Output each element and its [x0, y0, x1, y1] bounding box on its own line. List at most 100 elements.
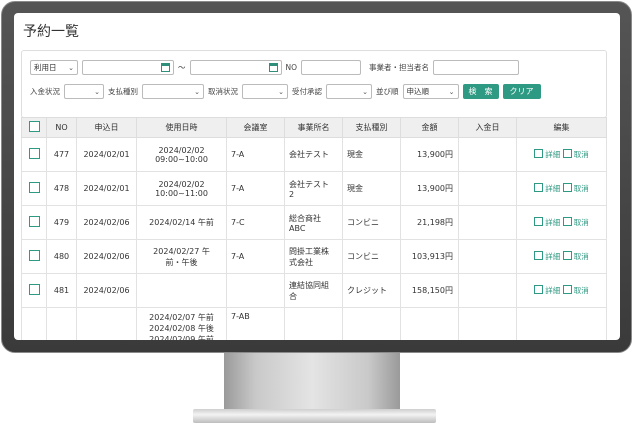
trash-icon	[562, 251, 572, 260]
cell-use-datetime: 2024/02/27 午前・午後	[136, 239, 227, 274]
cancel-link[interactable]: 取消	[562, 149, 589, 159]
chevron-down-icon: ⌄	[68, 63, 74, 72]
cancel-link[interactable]: 取消	[562, 217, 589, 227]
cell-payment-type: コンビニ	[342, 239, 401, 274]
cell-no: 478	[46, 171, 77, 206]
cell-payment-type: コンビニ	[342, 205, 401, 240]
cell-edit: 詳細 取消	[516, 171, 607, 206]
cell-room: 7-A	[226, 171, 285, 206]
chevron-down-icon: ⌄	[278, 87, 284, 96]
cancel-link[interactable]: 取消	[562, 285, 589, 295]
cell-edit: 詳細 取消	[516, 273, 607, 308]
row-select-cell[interactable]	[21, 239, 47, 274]
cell-payment-type: 現金	[342, 171, 401, 206]
header-payment-type: 支払種別	[342, 117, 401, 138]
row-select-cell[interactable]	[21, 273, 47, 308]
detail-link[interactable]: 詳細	[534, 217, 560, 227]
table-row: 478 2024/02/01 2024/02/02 10:00~11:00 7-A 会社テ…	[21, 171, 607, 206]
cell-room: 7-AB	[226, 307, 285, 340]
detail-link[interactable]: 詳細	[534, 183, 560, 193]
row-select-cell[interactable]	[21, 205, 47, 240]
table-row: 480 2024/02/06 2024/02/27 午前・午後 7-A 問掛工業株 式会社…	[21, 239, 607, 274]
detail-link[interactable]: 詳細	[534, 251, 560, 261]
chevron-down-icon: ⌄	[362, 87, 368, 96]
cell-use-datetime: 2024/02/02 09:00~10:00	[136, 137, 227, 172]
cancel-status-select[interactable]: ⌄	[242, 84, 288, 99]
cell-applied-date: 2024/02/06	[76, 239, 137, 274]
cell-amount: 158,150円	[400, 273, 459, 308]
cell-use-datetime: 2024/02/14 午前	[136, 205, 227, 240]
header-use-datetime: 使用日時	[136, 117, 227, 138]
detail-link[interactable]: 詳細	[534, 285, 560, 295]
row-select-cell[interactable]	[21, 171, 47, 206]
edit-icon	[534, 285, 544, 294]
screen: 予約一覧 利用日 ⌄ ～ NO 事業者・担当者名 入金状況 ⌄ 支払種別 ⌄ 取…	[14, 13, 620, 340]
monitor-stand-base	[193, 409, 436, 423]
row-select-cell[interactable]	[21, 137, 47, 172]
cell-edit: 詳細 取消	[516, 137, 607, 172]
date-type-select[interactable]: 利用日 ⌄	[30, 60, 78, 75]
cell-room: 7-A	[226, 239, 285, 274]
row-select-cell[interactable]	[21, 307, 47, 340]
cell-office	[284, 307, 343, 340]
table-row: 477 2024/02/01 2024/02/02 09:00~10:00 7-A 会社テ…	[21, 137, 607, 172]
select-all-checkbox[interactable]	[28, 121, 40, 132]
chevron-down-icon: ⌄	[94, 87, 100, 96]
trash-icon	[562, 183, 572, 192]
row-checkbox[interactable]	[28, 284, 40, 295]
table-row: 2024/02/07 午前 2024/02/08 午後 2024/02/09 午前 7…	[21, 307, 607, 340]
date-from-input[interactable]	[82, 60, 174, 75]
page-title: 予約一覧	[23, 24, 79, 40]
cancel-link[interactable]: 取消	[562, 183, 589, 193]
sort-select[interactable]: 申込順 ⌄	[402, 84, 459, 99]
cell-edit: 詳細 取消	[516, 239, 607, 274]
table-header-row: NO 申込日 使用日時 会議室 事業所名 支払種別 金額 入金日 編集	[21, 117, 607, 138]
cell-no: 477	[46, 137, 77, 172]
row-checkbox[interactable]	[28, 216, 40, 227]
sort-label: 並び順	[376, 87, 399, 96]
header-select-all[interactable]	[21, 117, 47, 138]
cell-amount: 21,198円	[400, 205, 459, 240]
cell-paid-date	[458, 239, 517, 274]
cell-paid-date	[458, 307, 517, 340]
cell-use-datetime	[136, 273, 227, 308]
operator-input[interactable]	[433, 60, 520, 75]
cell-no: 481	[46, 273, 77, 308]
cell-paid-date	[458, 205, 517, 240]
cancel-status-label: 取消状況	[208, 87, 238, 96]
accept-select[interactable]: ⌄	[326, 84, 372, 99]
cell-no: 480	[46, 239, 77, 274]
trash-icon	[562, 285, 572, 294]
cell-use-datetime: 2024/02/07 午前 2024/02/08 午後 2024/02/09 午前	[136, 307, 227, 340]
calendar-icon[interactable]	[268, 63, 278, 72]
reservation-table: NO 申込日 使用日時 会議室 事業所名 支払種別 金額 入金日 編集 477 2…	[21, 117, 607, 340]
cell-amount: 103,913円	[400, 239, 459, 274]
no-input[interactable]	[301, 60, 362, 75]
date-to-input[interactable]	[189, 60, 282, 75]
cell-office: 会社テスト 2	[284, 171, 343, 206]
edit-icon	[534, 217, 544, 226]
row-checkbox[interactable]	[28, 182, 40, 193]
trash-icon	[562, 217, 572, 226]
payment-type-select[interactable]: ⌄	[142, 84, 204, 99]
table-row: 479 2024/02/06 2024/02/14 午前 7-C 総合商社 ABC コンビニ…	[21, 205, 607, 240]
cancel-link[interactable]: 取消	[562, 251, 589, 261]
cell-room	[226, 273, 285, 308]
cell-payment-type	[342, 307, 401, 340]
cell-paid-date	[458, 171, 517, 206]
row-checkbox[interactable]	[28, 250, 40, 261]
cell-payment-type: 現金	[342, 137, 401, 172]
calendar-icon[interactable]	[161, 63, 170, 72]
edit-icon	[534, 251, 544, 260]
row-checkbox[interactable]	[28, 148, 40, 159]
header-room: 会議室	[226, 117, 285, 138]
cell-office: 総合商社 ABC	[284, 205, 343, 240]
payment-in-status-select[interactable]: ⌄	[64, 84, 104, 99]
cell-no	[46, 307, 77, 340]
cell-use-datetime: 2024/02/02 10:00~11:00	[136, 171, 227, 206]
clear-button[interactable]: クリア	[502, 84, 541, 99]
search-button[interactable]: 検 索	[462, 84, 499, 99]
header-amount: 金額	[400, 117, 459, 138]
header-applied-date: 申込日	[76, 117, 137, 138]
detail-link[interactable]: 詳細	[534, 149, 560, 159]
